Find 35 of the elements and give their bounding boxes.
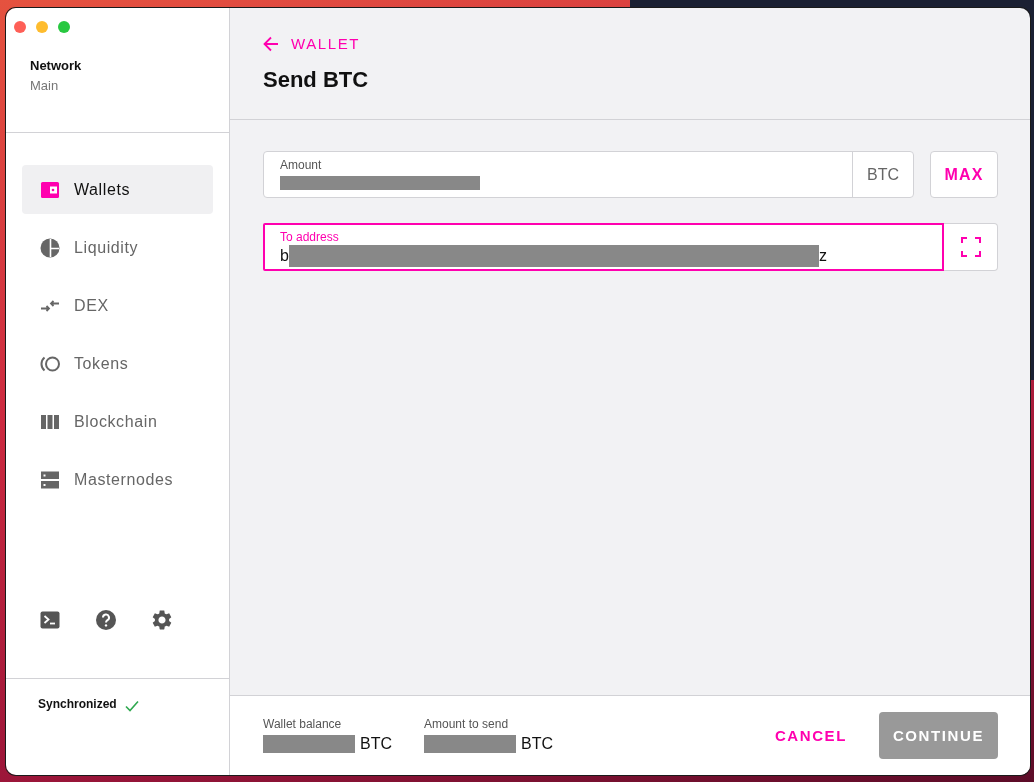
field-label: Amount [280, 158, 322, 172]
scan-button[interactable] [944, 223, 998, 271]
scan-icon [960, 237, 981, 257]
address-end: z [818, 246, 827, 266]
page-title: Send BTC [263, 66, 369, 94]
field-label: To address [280, 230, 339, 244]
terminal-icon[interactable] [40, 610, 60, 630]
sidebar-item[interactable]: Liquidity [22, 223, 213, 272]
amount-field[interactable]: Amount BTC [263, 151, 914, 198]
max-button[interactable]: MAX [930, 151, 998, 198]
sidebar-item[interactable]: Tokens [22, 339, 213, 388]
pie-chart-icon [40, 237, 60, 258]
cancel-button[interactable]: CANCEL [772, 721, 849, 750]
summary-unit: BTC [521, 734, 553, 753]
help-icon[interactable] [96, 610, 116, 630]
server-icon [40, 469, 60, 490]
network-value: Main [30, 77, 59, 95]
summary-unit: BTC [360, 734, 392, 753]
sync-status: Synchronized [38, 696, 117, 712]
sidebar-item[interactable]: DEX [22, 281, 213, 330]
sidebar-item[interactable]: Wallets [22, 165, 213, 214]
summary-label: Wallet balance [263, 715, 342, 732]
address-start: b [280, 246, 289, 266]
unit-label: BTC [852, 152, 913, 197]
wallet-icon [40, 179, 60, 200]
address-field[interactable]: To address b z [263, 223, 944, 271]
sidebar-item[interactable]: Masternodes [22, 455, 213, 504]
summary-label: Amount to send [424, 715, 509, 732]
zoom-window-icon[interactable] [58, 21, 70, 33]
close-window-icon[interactable] [14, 21, 26, 33]
back-arrow-icon [263, 36, 279, 52]
network-label: Network [30, 57, 82, 75]
sidebar-item[interactable]: Blockchain [22, 397, 213, 446]
settings-icon[interactable] [152, 610, 172, 630]
back-link[interactable]: WALLET [263, 35, 361, 53]
